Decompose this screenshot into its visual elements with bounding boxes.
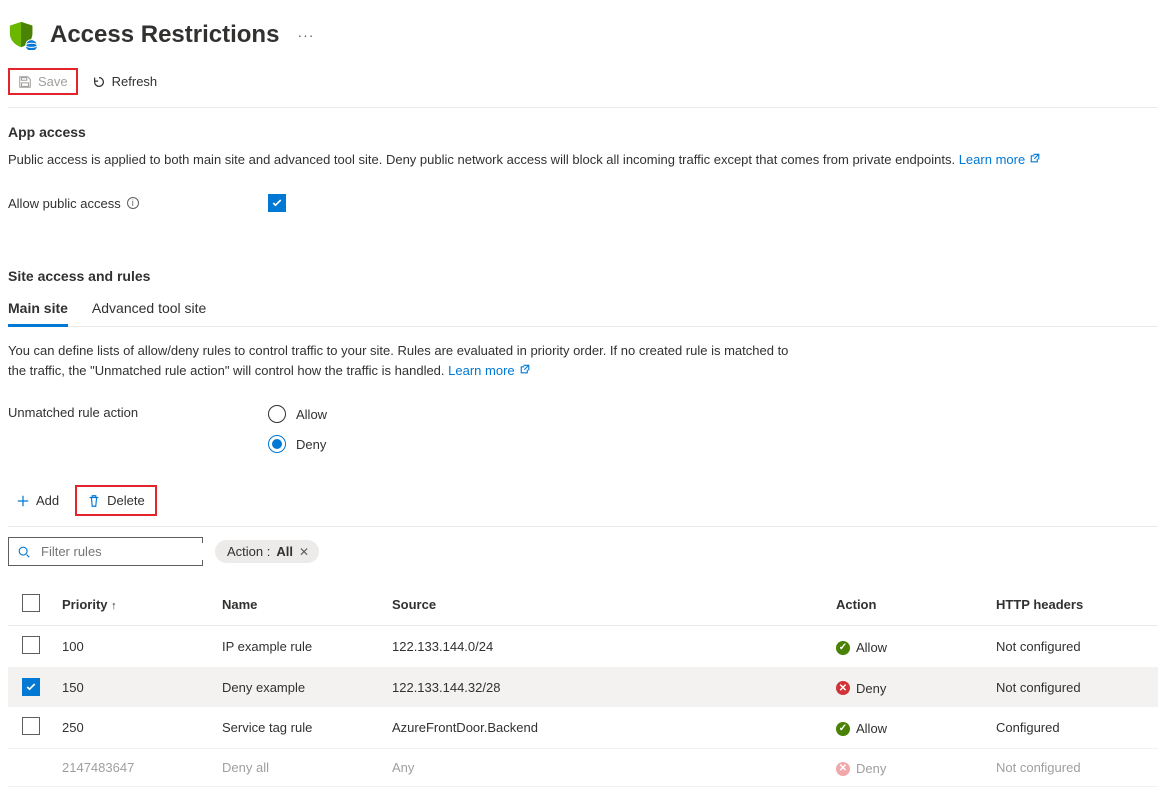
shield-icon bbox=[8, 20, 38, 50]
col-header-source[interactable]: Source bbox=[384, 584, 828, 626]
filter-input[interactable] bbox=[39, 543, 219, 560]
tab-main-site[interactable]: Main site bbox=[8, 294, 68, 327]
cell-source: AzureFrontDoor.Backend bbox=[384, 707, 828, 749]
sort-asc-icon: ↑ bbox=[111, 600, 117, 612]
cell-http: Not configured bbox=[988, 749, 1158, 787]
search-icon bbox=[17, 545, 31, 559]
rules-toolbar: Add Delete bbox=[8, 485, 1158, 527]
status-icon: ✓ bbox=[836, 722, 850, 736]
cell-action: ✕Deny bbox=[828, 668, 988, 707]
row-checkbox[interactable] bbox=[22, 678, 40, 696]
site-access-title: Site access and rules bbox=[8, 268, 1158, 284]
info-icon[interactable]: i bbox=[127, 197, 139, 209]
external-link-icon bbox=[519, 361, 531, 381]
refresh-icon bbox=[92, 75, 106, 89]
add-button[interactable]: Add bbox=[8, 489, 67, 512]
more-menu-button[interactable]: ··· bbox=[291, 25, 320, 45]
save-label: Save bbox=[38, 74, 68, 89]
cell-http: Not configured bbox=[988, 668, 1158, 707]
status-icon: ✕ bbox=[836, 762, 850, 776]
cell-source: Any bbox=[384, 749, 828, 787]
cell-source: 122.133.144.32/28 bbox=[384, 668, 828, 707]
external-link-icon bbox=[1029, 150, 1041, 170]
cell-name: Service tag rule bbox=[214, 707, 384, 749]
col-header-name[interactable]: Name bbox=[214, 584, 384, 626]
col-header-http[interactable]: HTTP headers bbox=[988, 584, 1158, 626]
table-row[interactable]: 2147483647Deny allAny✕DenyNot configured bbox=[8, 749, 1158, 787]
table-row[interactable]: 150Deny example122.133.144.32/28✕DenyNot… bbox=[8, 668, 1158, 707]
cell-priority: 2147483647 bbox=[54, 749, 214, 787]
status-icon: ✕ bbox=[836, 681, 850, 695]
save-button[interactable]: Save bbox=[8, 68, 78, 95]
cell-priority: 100 bbox=[54, 626, 214, 668]
app-access-title: App access bbox=[8, 124, 1158, 140]
app-access-section: App access Public access is applied to b… bbox=[8, 108, 1158, 212]
save-icon bbox=[18, 75, 32, 89]
select-all-checkbox[interactable] bbox=[22, 594, 40, 612]
radio-deny[interactable]: Deny bbox=[268, 435, 327, 453]
learn-more-link-2[interactable]: Learn more bbox=[448, 361, 530, 381]
allow-public-label: Allow public access i bbox=[8, 196, 268, 211]
rules-table: Priority ↑ Name Source Action HTTP heade… bbox=[8, 584, 1158, 787]
cell-priority: 150 bbox=[54, 668, 214, 707]
cell-http: Not configured bbox=[988, 626, 1158, 668]
page-title: Access Restrictions bbox=[50, 20, 279, 50]
trash-icon bbox=[87, 494, 101, 508]
filter-row: Action : All ✕ bbox=[8, 537, 1158, 566]
filter-input-wrap[interactable] bbox=[8, 537, 203, 566]
status-icon: ✓ bbox=[836, 641, 850, 655]
row-checkbox[interactable] bbox=[22, 636, 40, 654]
refresh-label: Refresh bbox=[112, 74, 158, 89]
cell-name: Deny all bbox=[214, 749, 384, 787]
plus-icon bbox=[16, 494, 30, 508]
cell-action: ✓Allow bbox=[828, 707, 988, 749]
site-tabs: Main site Advanced tool site bbox=[8, 294, 1158, 327]
cell-http: Configured bbox=[988, 707, 1158, 749]
radio-allow[interactable]: Allow bbox=[268, 405, 327, 423]
cell-source: 122.133.144.0/24 bbox=[384, 626, 828, 668]
command-bar: Save Refresh bbox=[8, 68, 1158, 108]
col-header-priority[interactable]: Priority ↑ bbox=[54, 584, 214, 626]
site-access-section: Site access and rules Main site Advanced… bbox=[8, 252, 1158, 787]
delete-button[interactable]: Delete bbox=[75, 485, 157, 516]
cell-name: Deny example bbox=[214, 668, 384, 707]
app-access-description: Public access is applied to both main si… bbox=[8, 150, 1158, 170]
filter-chip-action[interactable]: Action : All ✕ bbox=[215, 540, 319, 563]
table-row[interactable]: 250Service tag ruleAzureFrontDoor.Backen… bbox=[8, 707, 1158, 749]
page-header: Access Restrictions ··· bbox=[8, 8, 1158, 68]
refresh-button[interactable]: Refresh bbox=[84, 70, 166, 93]
tab-advanced-tool-site[interactable]: Advanced tool site bbox=[92, 294, 206, 326]
col-header-action[interactable]: Action bbox=[828, 584, 988, 626]
cell-action: ✕Deny bbox=[828, 749, 988, 787]
unmatched-rule-label: Unmatched rule action bbox=[8, 405, 268, 420]
cell-action: ✓Allow bbox=[828, 626, 988, 668]
cell-name: IP example rule bbox=[214, 626, 384, 668]
learn-more-link[interactable]: Learn more bbox=[959, 150, 1041, 170]
table-row[interactable]: 100IP example rule122.133.144.0/24✓Allow… bbox=[8, 626, 1158, 668]
close-icon[interactable]: ✕ bbox=[299, 545, 309, 559]
cell-priority: 250 bbox=[54, 707, 214, 749]
site-access-description: You can define lists of allow/deny rules… bbox=[8, 341, 798, 381]
row-checkbox[interactable] bbox=[22, 717, 40, 735]
allow-public-checkbox[interactable] bbox=[268, 194, 286, 212]
